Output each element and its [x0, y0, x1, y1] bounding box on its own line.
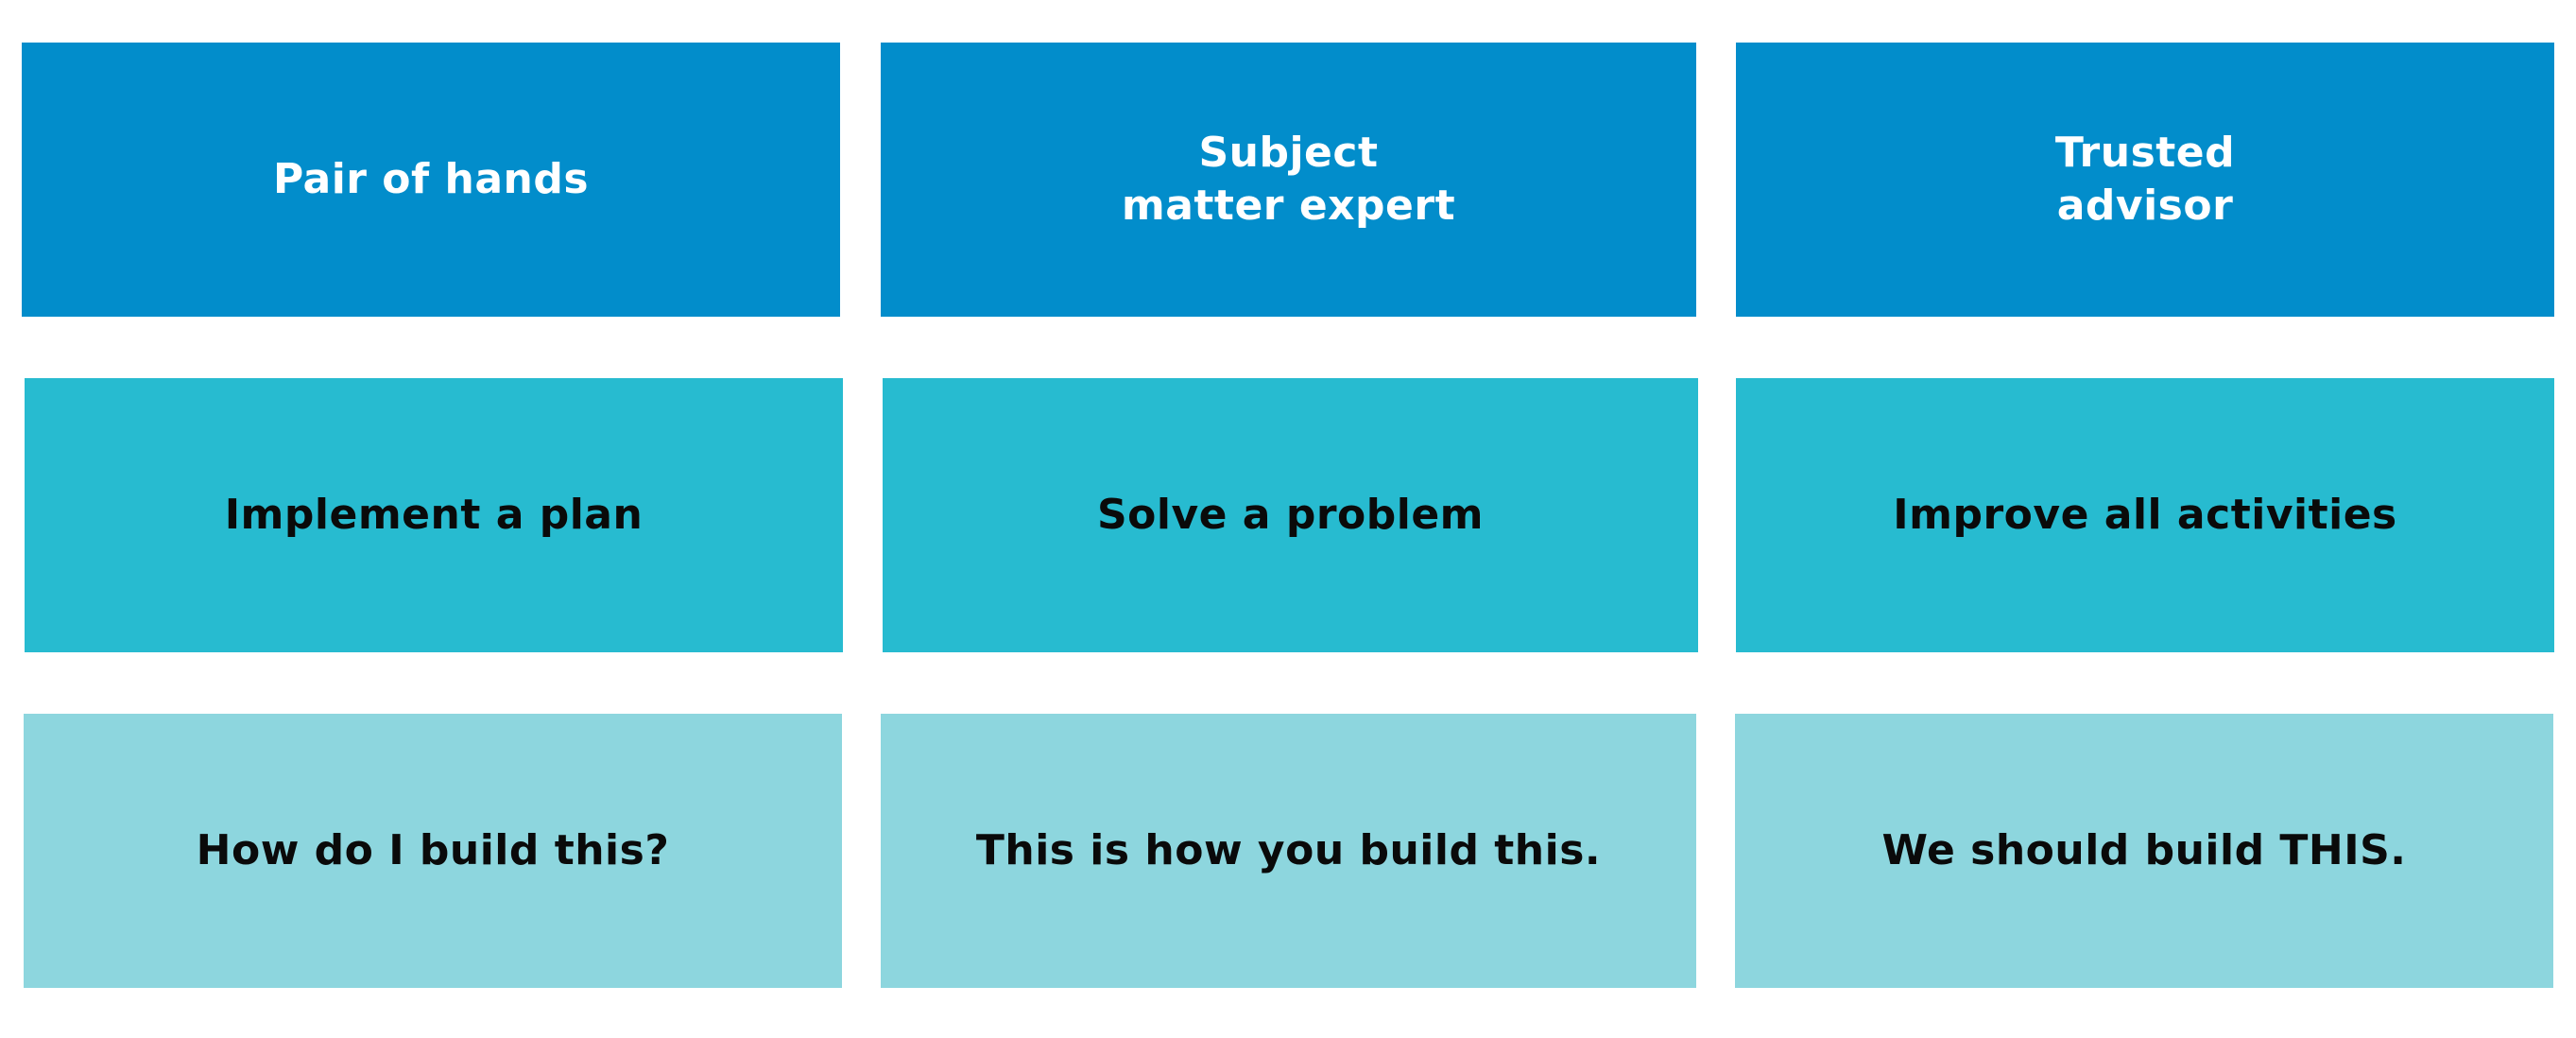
role-card-trusted-advisor: Trusted advisor: [1736, 43, 2554, 317]
role-card-subject-matter-expert: Subject matter expert: [881, 43, 1696, 317]
role-label: Trusted advisor: [2054, 129, 2236, 230]
quote-label: How do I build this?: [196, 826, 670, 874]
quote-card-we-should-build: We should build THIS.: [1735, 714, 2553, 988]
goal-label: Solve a problem: [1096, 491, 1485, 539]
role-label: Subject matter expert: [1121, 129, 1456, 230]
goal-card-implement-plan: Implement a plan: [25, 378, 843, 652]
role-label: Pair of hands: [272, 155, 590, 203]
quote-card-how-do-i-build: How do I build this?: [24, 714, 842, 988]
goal-label: Improve all activities: [1893, 491, 2397, 539]
goal-card-solve-problem: Solve a problem: [883, 378, 1698, 652]
quote-card-this-is-how: This is how you build this.: [881, 714, 1696, 988]
goal-card-improve-activities: Improve all activities: [1736, 378, 2554, 652]
goal-label: Implement a plan: [224, 491, 644, 539]
quote-label: This is how you build this.: [975, 826, 1602, 874]
quote-label: We should build THIS.: [1881, 826, 2407, 874]
role-card-pair-of-hands: Pair of hands: [22, 43, 840, 317]
